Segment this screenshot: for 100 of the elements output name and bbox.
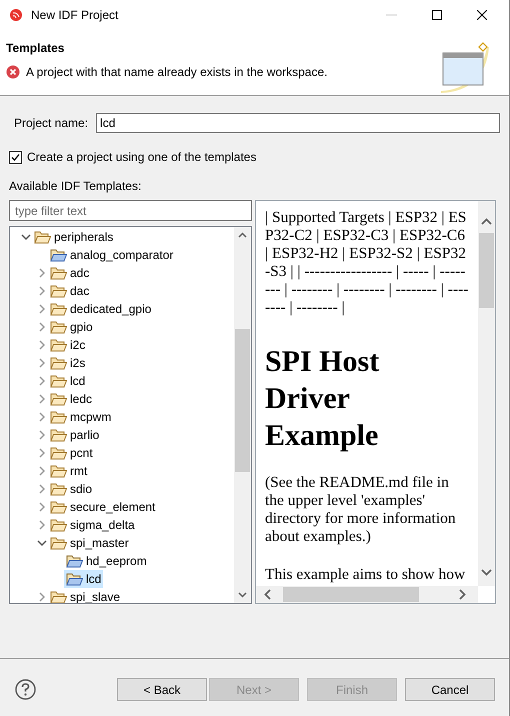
tree-item[interactable]: parlio xyxy=(48,426,102,444)
folder-icon xyxy=(50,500,67,514)
tree-item[interactable]: lcd xyxy=(48,372,88,390)
scrollbar[interactable] xyxy=(478,201,495,586)
chevron-down-icon[interactable] xyxy=(37,538,47,548)
chevron-right-icon[interactable] xyxy=(37,592,47,602)
folder-icon xyxy=(50,590,67,603)
tree-item[interactable]: hd_eeprom xyxy=(64,552,149,570)
scroll-down-icon[interactable] xyxy=(238,592,247,598)
window-title: New IDF Project xyxy=(31,7,118,24)
tree-item[interactable]: sigma_delta xyxy=(48,516,137,534)
project-name-field[interactable]: lcd xyxy=(96,113,500,133)
tree-item[interactable]: spi_master xyxy=(48,534,131,552)
scrollbar-thumb[interactable] xyxy=(235,329,250,472)
checkbox-label: Create a project using one of the templates xyxy=(27,149,256,166)
chevron-right-icon[interactable] xyxy=(37,358,47,368)
tree-item[interactable]: ledc xyxy=(48,390,94,408)
chevron-right-icon[interactable] xyxy=(37,448,47,458)
tree-item-label: lcd xyxy=(86,571,102,588)
error-message: A project with that name already exists in the workspace. xyxy=(26,64,328,81)
scroll-up-icon[interactable] xyxy=(481,218,492,225)
tree-item-label: gpio xyxy=(70,319,93,336)
folder-icon xyxy=(50,266,67,280)
folder-icon xyxy=(50,428,67,442)
scroll-down-icon[interactable] xyxy=(481,569,492,576)
close-icon[interactable] xyxy=(477,10,487,20)
folder-icon xyxy=(50,464,67,478)
folder-icon xyxy=(50,320,67,334)
tree-item[interactable]: pcnt xyxy=(48,444,95,462)
chevron-right-icon[interactable] xyxy=(37,376,47,386)
page-title: Templates xyxy=(6,40,66,57)
folder-icon xyxy=(50,284,67,298)
folder-icon xyxy=(50,338,67,352)
folder-icon xyxy=(50,518,67,532)
folder-icon xyxy=(34,230,51,244)
chevron-right-icon[interactable] xyxy=(37,268,47,278)
tree-item[interactable]: secure_element xyxy=(48,498,158,516)
tree-item[interactable]: rmt xyxy=(48,462,90,480)
scrollbar[interactable] xyxy=(234,227,251,603)
dialog-button[interactable]: Cancel xyxy=(405,678,495,701)
chevron-right-icon[interactable] xyxy=(37,430,47,440)
folder-icon xyxy=(50,482,67,496)
tree-item[interactable]: i2c xyxy=(48,336,88,354)
chevron-right-icon[interactable] xyxy=(37,412,47,422)
tree-item[interactable]: gpio xyxy=(48,318,95,336)
folder-icon xyxy=(50,356,67,370)
tree-item[interactable]: sdio xyxy=(48,480,94,498)
tree-item[interactable]: mcpwm xyxy=(48,408,114,426)
template-checkbox[interactable] xyxy=(9,150,22,164)
section-label: Available IDF Templates: xyxy=(9,178,142,195)
chevron-right-icon[interactable] xyxy=(37,286,47,296)
dialog-button[interactable]: < Back xyxy=(117,678,207,701)
readme-heading: SPI Host Driver Example xyxy=(265,344,380,454)
scroll-left-icon[interactable] xyxy=(264,589,271,600)
readme-paragraph: This example aims to show how xyxy=(265,566,466,584)
tree-item-label: dedicated_gpio xyxy=(70,301,152,318)
tree-item-label: i2c xyxy=(70,337,86,354)
filter-field[interactable]: type filter text xyxy=(9,200,252,221)
horizontal-scrollbar[interactable] xyxy=(256,586,478,603)
chevron-down-icon[interactable] xyxy=(21,232,31,242)
tree-item-label: ledc xyxy=(70,391,92,408)
chevron-right-icon[interactable] xyxy=(37,502,47,512)
tree-item[interactable]: i2s xyxy=(48,354,88,372)
folder-icon xyxy=(50,536,67,550)
scroll-up-icon[interactable] xyxy=(238,232,247,238)
tree-item-label: peripherals xyxy=(54,229,114,246)
folder-icon xyxy=(50,392,67,406)
tree-item-label: i2s xyxy=(70,355,86,372)
help-icon[interactable] xyxy=(15,679,36,700)
folder-icon xyxy=(50,374,67,388)
tree-item-label: secure_element xyxy=(70,499,156,516)
tree-item[interactable]: dac xyxy=(48,282,92,300)
scrollbar-thumb[interactable] xyxy=(283,587,419,602)
tree-item[interactable]: adc xyxy=(48,264,92,282)
app-logo-icon xyxy=(9,8,23,22)
maximize-icon[interactable] xyxy=(432,10,442,20)
chevron-right-icon[interactable] xyxy=(37,340,47,350)
tree-item-label: dac xyxy=(70,283,90,300)
chevron-right-icon[interactable] xyxy=(37,466,47,476)
chevron-right-icon[interactable] xyxy=(37,322,47,332)
scroll-right-icon[interactable] xyxy=(459,589,466,600)
folder-icon xyxy=(50,410,67,424)
chevron-right-icon[interactable] xyxy=(37,304,47,314)
folder-icon xyxy=(50,248,67,262)
tree-item-label: adc xyxy=(70,265,90,282)
folder-icon xyxy=(50,302,67,316)
tree-item-label: analog_comparator xyxy=(70,247,174,264)
tree-item-label: lcd xyxy=(70,373,86,390)
tree-item[interactable]: dedicated_gpio xyxy=(48,300,154,318)
chevron-right-icon[interactable] xyxy=(37,484,47,494)
tree-item[interactable]: peripherals xyxy=(32,228,116,246)
tree-item-label: sdio xyxy=(70,481,92,498)
minimize-icon[interactable] xyxy=(386,14,397,16)
scrollbar-thumb[interactable] xyxy=(479,233,494,308)
tree-item[interactable]: lcd xyxy=(64,570,104,588)
tree-item-label: sigma_delta xyxy=(70,517,135,534)
chevron-right-icon[interactable] xyxy=(37,520,47,530)
tree-item[interactable]: analog_comparator xyxy=(48,246,176,264)
chevron-right-icon[interactable] xyxy=(37,394,47,404)
tree-item-label: pcnt xyxy=(70,445,93,462)
